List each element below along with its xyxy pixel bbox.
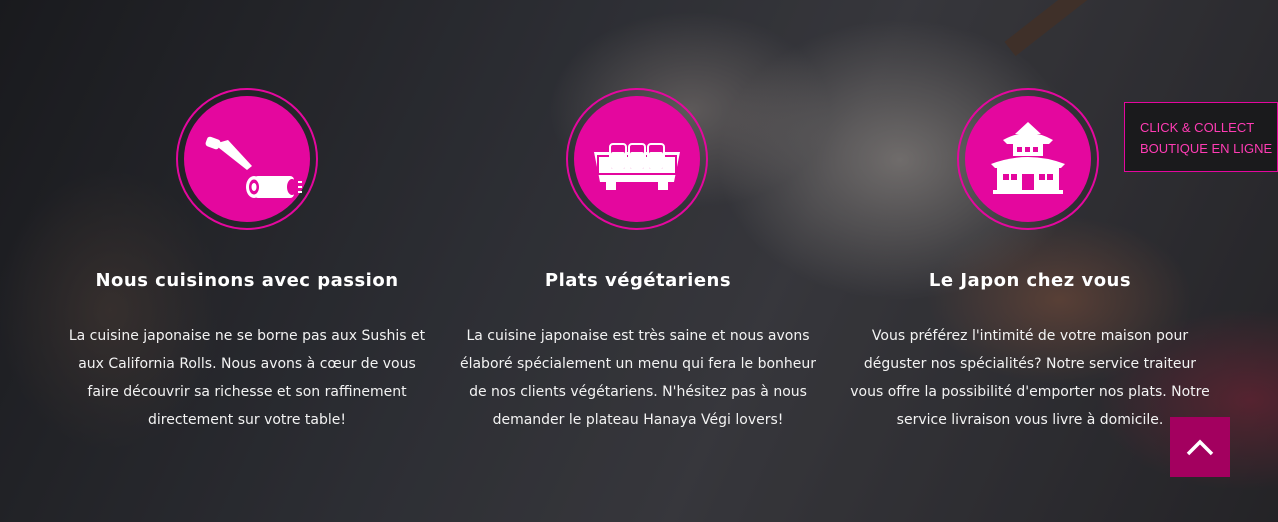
feature-description: Vous préférez l'intimité de votre maison… <box>850 328 1210 428</box>
sushi-roll-knife-icon <box>184 96 310 222</box>
feature-title: Nous cuisinons avec passion <box>95 270 399 291</box>
sushi-tray-icon <box>574 96 700 222</box>
click-collect-button[interactable]: CLICK & COLLECT BOUTIQUE EN LIGNE <box>1124 102 1278 172</box>
feature-icon-ring <box>957 88 1099 230</box>
feature-icon-ring <box>566 88 708 230</box>
click-collect-label: CLICK & COLLECT <box>1140 120 1255 135</box>
feature-icon-ring <box>176 88 318 230</box>
scroll-top-button[interactable] <box>1170 417 1230 477</box>
feature-title: Plats végétariens <box>544 270 732 291</box>
online-shop-label: BOUTIQUE EN LIGNE <box>1140 141 1273 156</box>
feature-title: Le Japon chez vous <box>928 270 1132 291</box>
chevron-up-icon <box>1186 439 1214 456</box>
feature-description: La cuisine japonaise ne se borne pas aux… <box>68 328 426 428</box>
pagoda-house-icon <box>965 96 1091 222</box>
feature-description: La cuisine japonaise est très saine et n… <box>459 328 817 428</box>
background-overlay <box>0 0 1278 522</box>
